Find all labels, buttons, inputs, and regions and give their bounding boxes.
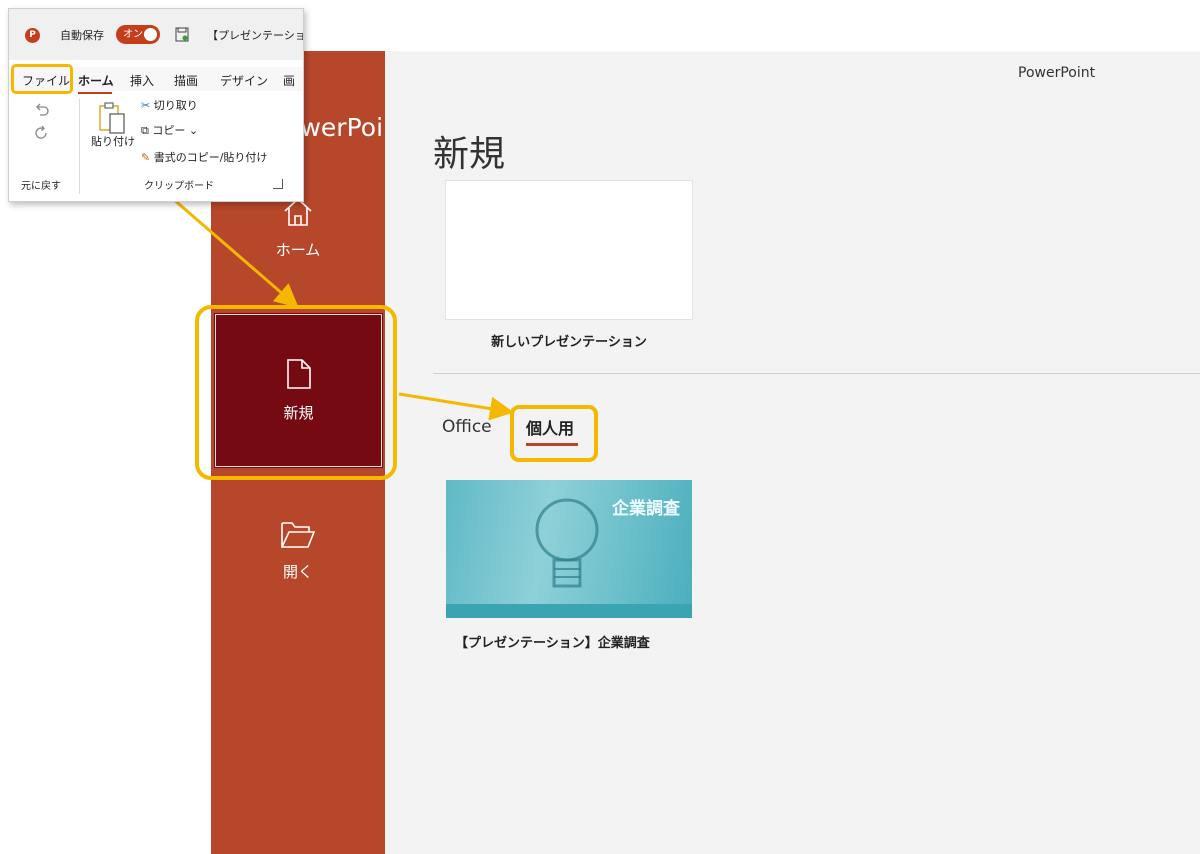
dialog-launcher-icon[interactable] (273, 179, 283, 189)
cut-button[interactable]: ✂ 切り取り (141, 97, 198, 113)
tab-truncated[interactable]: 画 (283, 72, 295, 89)
toggle-knob (144, 28, 157, 41)
active-ribbon-tab-indicator (78, 92, 112, 94)
sidebar-item-home[interactable]: ホーム (211, 195, 385, 283)
format-painter-button[interactable]: ✎ 書式のコピー/貼り付け (141, 149, 267, 165)
undo-icon[interactable] (34, 101, 50, 117)
template-thumbnail-strip (446, 604, 692, 618)
tab-home[interactable]: ホーム (78, 72, 114, 89)
sidebar-item-label: ホーム (275, 241, 321, 259)
title-bar: P 自動保存 オン 【プレゼンテーション (9, 9, 303, 60)
autosave-toggle[interactable]: オン (116, 25, 160, 44)
format-painter-label: 書式のコピー/貼り付け (153, 151, 268, 164)
divider (433, 373, 1200, 374)
sidebar-item-label: 開く (282, 563, 313, 581)
highlight-new-item (195, 305, 397, 480)
tab-design[interactable]: デザイン (220, 72, 268, 89)
blank-presentation-label[interactable]: 新しいプレゼンテーション (445, 331, 693, 350)
tab-office[interactable]: Office (442, 417, 492, 437)
app-name: PowerPoint (1018, 65, 1096, 81)
chevron-down-icon: ⌄ (188, 124, 199, 137)
ribbon-inset: P 自動保存 オン 【プレゼンテーション ファイル ホーム 挿入 描画 デザイン… (8, 8, 304, 202)
powerpoint-logo-icon: P (25, 28, 40, 43)
sidebar-item-open[interactable]: 開く (211, 519, 385, 607)
scissors-icon: ✂ (141, 99, 151, 112)
highlight-file-tab (11, 64, 73, 94)
cut-label: 切り取り (153, 99, 198, 112)
undo-group-label: 元に戻す (21, 181, 61, 192)
copy-button[interactable]: ⧉ コピー ⌄ (141, 122, 198, 138)
open-folder-icon (281, 522, 316, 548)
paste-button[interactable]: 貼り付け (91, 136, 135, 148)
tab-insert[interactable]: 挿入 (130, 72, 154, 89)
save-icon[interactable] (175, 27, 189, 42)
group-separator (79, 99, 80, 194)
template-thumbnail-title: 企業調査 (612, 499, 680, 519)
copy-label: コピー (152, 124, 186, 137)
brush-icon: ✎ (141, 151, 151, 164)
toggle-label: オン (123, 29, 143, 40)
document-name: 【プレゼンテーション (207, 29, 303, 42)
template-thumbnail[interactable]: 企業調査 (446, 480, 692, 618)
clipboard-group-label: クリップボード (144, 181, 214, 192)
redo-icon[interactable] (34, 125, 50, 141)
autosave-label: 自動保存 (60, 29, 104, 42)
copy-icon: ⧉ (141, 124, 149, 137)
highlight-personal-tab (510, 405, 598, 462)
paste-icon[interactable] (97, 101, 127, 135)
blank-presentation-thumbnail[interactable] (445, 180, 693, 320)
page-title: 新規 (433, 134, 506, 176)
tab-draw[interactable]: 描画 (174, 72, 198, 89)
lightbulb-icon (535, 498, 599, 588)
main-content: PowerPoint 新規 新しいプレゼンテーション Office 個人用 企業… (385, 51, 1200, 854)
template-label[interactable]: 【プレゼンテーション】企業調査 (455, 632, 650, 651)
